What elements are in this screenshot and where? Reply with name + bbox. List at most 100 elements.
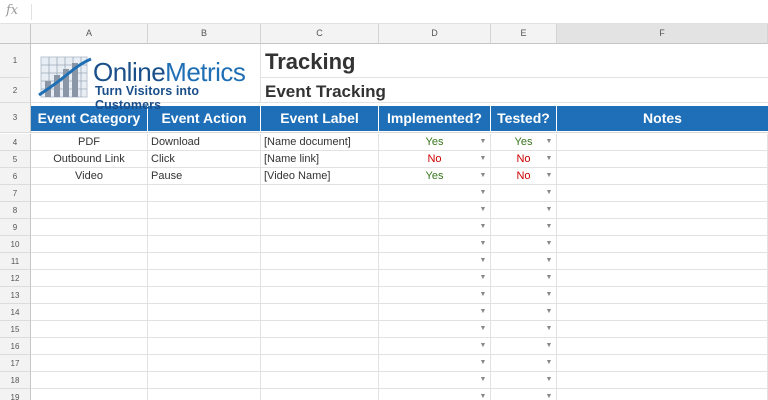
cell-notes[interactable] xyxy=(557,270,768,287)
column-header-d[interactable]: D xyxy=(379,24,491,44)
column-header-e[interactable]: E xyxy=(491,24,557,44)
cell-implemented[interactable]: No ▼ xyxy=(379,151,491,168)
dropdown-arrow-icon[interactable]: ▼ xyxy=(479,134,487,150)
dropdown-arrow-icon[interactable]: ▼ xyxy=(545,355,553,371)
cell-implemented[interactable]: ▼ xyxy=(379,185,491,202)
cell-notes[interactable] xyxy=(557,304,768,321)
cell-event-action[interactable] xyxy=(148,338,261,355)
cell-notes[interactable] xyxy=(557,202,768,219)
cell-tested[interactable]: ▼ xyxy=(491,270,557,287)
cell-implemented[interactable]: ▼ xyxy=(379,287,491,304)
row-header-3[interactable]: 3 xyxy=(0,103,31,133)
column-header-f[interactable]: F xyxy=(557,24,768,44)
dropdown-arrow-icon[interactable]: ▼ xyxy=(479,287,487,303)
cell-event-label[interactable] xyxy=(261,287,379,304)
cell-implemented[interactable]: Yes ▼ xyxy=(379,168,491,185)
cell-tested[interactable]: ▼ xyxy=(491,389,557,400)
dropdown-arrow-icon[interactable]: ▼ xyxy=(545,270,553,286)
cell-event-label[interactable] xyxy=(261,389,379,400)
dropdown-arrow-icon[interactable]: ▼ xyxy=(545,151,553,167)
cell-notes[interactable] xyxy=(557,389,768,400)
cell-event-action[interactable] xyxy=(148,185,261,202)
cell-event-category[interactable] xyxy=(31,287,148,304)
cell-event-label[interactable] xyxy=(261,253,379,270)
dropdown-arrow-icon[interactable]: ▼ xyxy=(545,372,553,388)
column-header-c[interactable]: C xyxy=(261,24,379,44)
cell-event-label[interactable] xyxy=(261,202,379,219)
row-header[interactable]: 6 xyxy=(0,168,31,185)
cell-tested[interactable]: ▼ xyxy=(491,202,557,219)
cell-event-label[interactable] xyxy=(261,372,379,389)
cell-implemented[interactable]: ▼ xyxy=(379,372,491,389)
row-header[interactable]: 17 xyxy=(0,355,31,372)
cell-event-category[interactable] xyxy=(31,270,148,287)
cell-event-label[interactable]: [Name document] xyxy=(261,134,379,151)
cell-event-action[interactable] xyxy=(148,219,261,236)
cell-implemented[interactable]: Yes ▼ xyxy=(379,134,491,151)
cell-notes[interactable] xyxy=(557,253,768,270)
cell-event-action[interactable] xyxy=(148,202,261,219)
dropdown-arrow-icon[interactable]: ▼ xyxy=(545,321,553,337)
cell-event-action[interactable]: Pause xyxy=(148,168,261,185)
formula-input[interactable] xyxy=(36,2,764,22)
dropdown-arrow-icon[interactable]: ▼ xyxy=(479,253,487,269)
cell-notes[interactable] xyxy=(557,355,768,372)
row-header[interactable]: 10 xyxy=(0,236,31,253)
cell-event-action[interactable] xyxy=(148,355,261,372)
cell-event-label[interactable] xyxy=(261,338,379,355)
cell-tested[interactable]: No ▼ xyxy=(491,168,557,185)
dropdown-arrow-icon[interactable]: ▼ xyxy=(545,219,553,235)
cell-event-action[interactable] xyxy=(148,270,261,287)
dropdown-arrow-icon[interactable]: ▼ xyxy=(479,168,487,184)
cell-event-action[interactable]: Download xyxy=(148,134,261,151)
cell-event-category[interactable] xyxy=(31,338,148,355)
select-all-corner[interactable] xyxy=(0,24,31,44)
column-header-b[interactable]: B xyxy=(148,24,261,44)
cell-tested[interactable]: ▼ xyxy=(491,338,557,355)
cell-notes[interactable] xyxy=(557,134,768,151)
cell-event-category[interactable] xyxy=(31,321,148,338)
cell-event-category[interactable]: Video xyxy=(31,168,148,185)
cell-tested[interactable]: No ▼ xyxy=(491,151,557,168)
cell-event-category[interactable] xyxy=(31,389,148,400)
cell-tested[interactable]: ▼ xyxy=(491,321,557,338)
cell-notes[interactable] xyxy=(557,321,768,338)
row-header-2[interactable]: 2 xyxy=(0,78,31,103)
dropdown-arrow-icon[interactable]: ▼ xyxy=(545,389,553,400)
row-header[interactable]: 11 xyxy=(0,253,31,270)
cell-event-action[interactable] xyxy=(148,389,261,400)
dropdown-arrow-icon[interactable]: ▼ xyxy=(479,270,487,286)
dropdown-arrow-icon[interactable]: ▼ xyxy=(479,151,487,167)
cell-implemented[interactable]: ▼ xyxy=(379,253,491,270)
cell-notes[interactable] xyxy=(557,338,768,355)
cell-event-label[interactable] xyxy=(261,219,379,236)
cell-event-action[interactable] xyxy=(148,304,261,321)
dropdown-arrow-icon[interactable]: ▼ xyxy=(479,372,487,388)
dropdown-arrow-icon[interactable]: ▼ xyxy=(545,236,553,252)
dropdown-arrow-icon[interactable]: ▼ xyxy=(479,389,487,400)
cell-event-category[interactable] xyxy=(31,236,148,253)
row-header[interactable]: 15 xyxy=(0,321,31,338)
cell-event-label[interactable] xyxy=(261,321,379,338)
row-header[interactable]: 4 xyxy=(0,134,31,151)
row-header[interactable]: 8 xyxy=(0,202,31,219)
cell-event-action[interactable] xyxy=(148,321,261,338)
row-header[interactable]: 19 xyxy=(0,389,31,400)
cell-event-label[interactable]: [Name link] xyxy=(261,151,379,168)
cell-event-action[interactable]: Click xyxy=(148,151,261,168)
cell-tested[interactable]: ▼ xyxy=(491,219,557,236)
cell-event-label[interactable] xyxy=(261,304,379,321)
cell-implemented[interactable]: ▼ xyxy=(379,270,491,287)
cell-event-category[interactable] xyxy=(31,202,148,219)
cell-event-category[interactable]: Outbound Link xyxy=(31,151,148,168)
cell-implemented[interactable]: ▼ xyxy=(379,389,491,400)
cell-event-label[interactable]: [Video Name] xyxy=(261,168,379,185)
cell-tested[interactable]: ▼ xyxy=(491,304,557,321)
row-header[interactable]: 18 xyxy=(0,372,31,389)
cell-implemented[interactable]: ▼ xyxy=(379,304,491,321)
dropdown-arrow-icon[interactable]: ▼ xyxy=(545,338,553,354)
dropdown-arrow-icon[interactable]: ▼ xyxy=(479,185,487,201)
cell-event-action[interactable] xyxy=(148,372,261,389)
cell-event-action[interactable] xyxy=(148,236,261,253)
cell-implemented[interactable]: ▼ xyxy=(379,355,491,372)
